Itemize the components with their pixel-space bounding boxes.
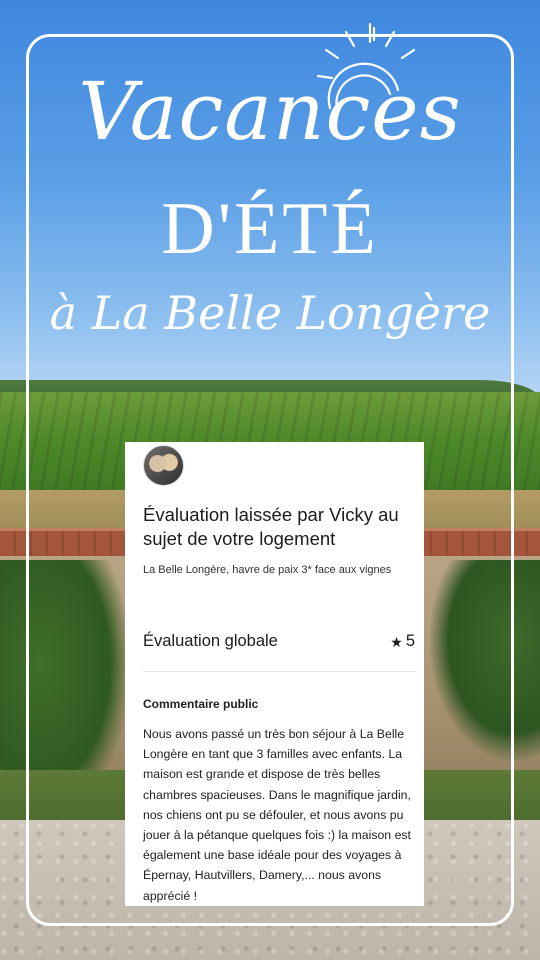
- title-ete: D'ÉTÉ: [161, 188, 379, 270]
- comment-label: Commentaire public: [143, 697, 259, 711]
- overall-rating-label: Évaluation globale: [143, 632, 278, 650]
- overall-rating-value: ★ 5: [390, 632, 415, 651]
- star-icon: ★: [390, 633, 403, 650]
- review-title: Évaluation laissée par Vicky au sujet de…: [143, 504, 399, 549]
- rating-number: 5: [405, 632, 415, 650]
- comment-text: Nous avons passé un très bon séjour à La…: [143, 727, 411, 903]
- title-la-belle-longere: à La Belle Longère: [49, 286, 491, 340]
- review-card: Évaluation laissée par Vicky au sujet de…: [125, 442, 424, 906]
- title-vacances: Vacances: [78, 65, 462, 158]
- avatar: [143, 445, 184, 486]
- divider: [143, 671, 415, 672]
- listing-name: La Belle Longère, havre de paix 3* face …: [143, 564, 392, 576]
- overall-rating-row: Évaluation globale ★ 5: [143, 632, 415, 651]
